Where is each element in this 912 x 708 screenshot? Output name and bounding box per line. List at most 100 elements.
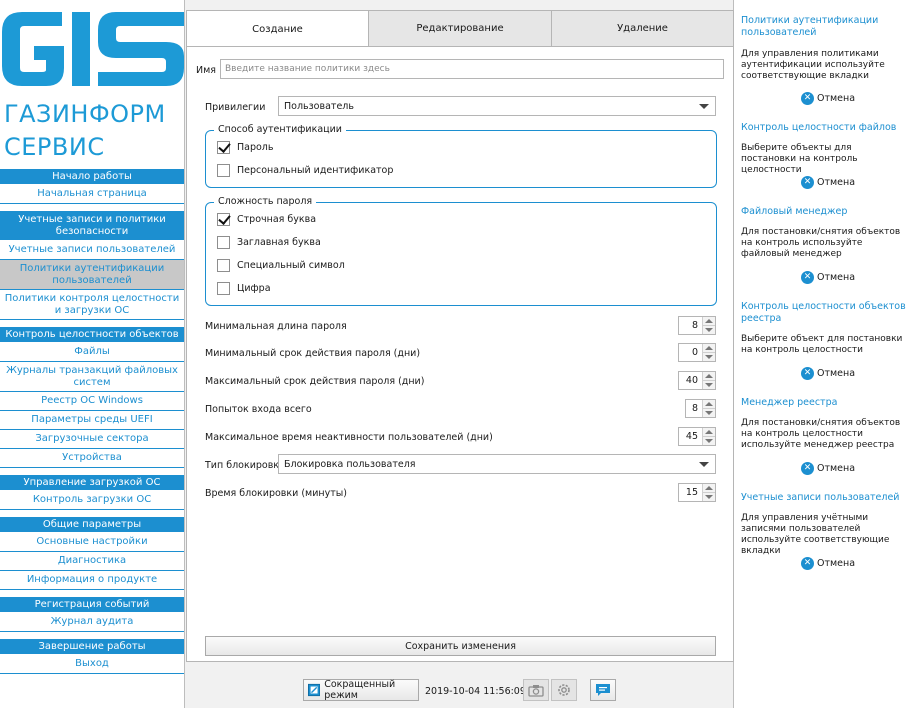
sidebar-item-main-settings[interactable]: Основные настройки — [0, 533, 184, 552]
sidebar-item-devices[interactable]: Устройства — [0, 449, 184, 468]
compact-mode-button[interactable]: Сокращенный режим — [303, 679, 419, 701]
sidebar-item-home[interactable]: Начальная страница — [0, 185, 184, 204]
tab-delete[interactable]: Удаление — [551, 10, 734, 47]
complexity-uppercase-option[interactable]: Заглавная буква — [217, 236, 321, 249]
lock-time-stepper[interactable]: 15 — [678, 483, 716, 502]
inactivity-stepper[interactable]: 45 — [678, 427, 716, 446]
min-age-value: 0 — [691, 347, 698, 358]
sidebar-item-audit-log[interactable]: Журнал аудита — [0, 613, 184, 632]
hint-cancel-registry-integrity[interactable]: ✕ Отмена — [801, 367, 855, 380]
tab-bar: Создание Редактирование Удаление — [186, 10, 734, 48]
sidebar-item-fs-journals[interactable]: Журналы транзакций файловых систем — [0, 362, 184, 392]
cancel-label: Отмена — [817, 463, 856, 474]
min-length-stepper[interactable]: 8 — [678, 316, 716, 335]
save-changes-button[interactable]: Сохранить изменения — [205, 636, 716, 656]
compact-mode-icon — [308, 683, 321, 697]
policy-name-input[interactable] — [220, 59, 724, 79]
nav-header-start: Начало работы — [0, 169, 184, 185]
login-attempts-increment[interactable] — [703, 400, 715, 409]
complexity-lowercase-option[interactable]: Строчная буква — [217, 213, 316, 226]
max-age-decrement[interactable] — [703, 381, 715, 389]
complexity-special-label: Специальный символ — [237, 260, 345, 271]
password-complexity-group: Сложность пароля Строчная буква Заглавна… — [205, 196, 717, 306]
messages-button[interactable] — [590, 679, 616, 701]
hint-cancel-file-integrity[interactable]: ✕ Отмена — [801, 176, 855, 189]
lock-type-select[interactable]: Блокировка пользователя — [278, 454, 716, 474]
sidebar-item-boot-sectors[interactable]: Загрузочные сектора — [0, 430, 184, 449]
min-length-decrement[interactable] — [703, 326, 715, 334]
login-attempts-stepper[interactable]: 8 — [685, 399, 716, 418]
tab-create[interactable]: Создание — [186, 10, 369, 48]
lock-time-increment[interactable] — [703, 484, 715, 493]
checkbox-password[interactable] — [217, 141, 230, 154]
min-age-decrement[interactable] — [703, 353, 715, 361]
complexity-digit-label: Цифра — [237, 283, 271, 294]
nav-header-events: Регистрация событий — [0, 597, 184, 613]
auth-token-option[interactable]: Персональный идентификатор — [217, 164, 393, 177]
checkbox-special[interactable] — [217, 259, 230, 272]
sidebar-item-diagnostics[interactable]: Диагностика — [0, 552, 184, 571]
sidebar-item-integrity-policies[interactable]: Политики контроля целостности и загрузки… — [0, 290, 184, 320]
privileges-select[interactable]: Пользователь — [278, 96, 716, 116]
main-area: Создание Редактирование Удаление Имя При… — [184, 0, 734, 708]
auth-method-group: Способ аутентификации Пароль Персональны… — [205, 124, 717, 188]
min-age-increment[interactable] — [703, 344, 715, 353]
brand-line-1: ГАЗИНФОРМ — [4, 100, 166, 128]
checkbox-personal-id[interactable] — [217, 164, 230, 177]
cancel-label: Отмена — [817, 272, 856, 283]
screenshot-button[interactable] — [523, 679, 549, 701]
complexity-special-option[interactable]: Специальный символ — [217, 259, 345, 272]
compact-mode-label: Сокращенный режим — [324, 679, 396, 701]
create-policy-form: Имя Привилегии Пользователь Способ аутен… — [186, 46, 734, 662]
sidebar-item-auth-policies[interactable]: Политики аутентификации пользователей — [0, 260, 184, 290]
sidebar-item-product-info[interactable]: Информация о продукте — [0, 571, 184, 590]
lock-time-value: 15 — [685, 487, 698, 498]
hint-title-registry-integrity: Контроль целостности объектов реестра — [741, 301, 906, 324]
datetime-display: 2019-10-04 11:56:09 — [425, 686, 526, 697]
close-circle-icon: ✕ — [801, 176, 814, 189]
gis-logo — [0, 8, 184, 90]
nav-header-general: Общие параметры — [0, 517, 184, 533]
sidebar-item-exit[interactable]: Выход — [0, 655, 184, 674]
name-label: Имя — [196, 65, 216, 76]
complexity-title: Сложность пароля — [214, 196, 317, 207]
inactivity-decrement[interactable] — [703, 437, 715, 445]
hint-cancel-registry-manager[interactable]: ✕ Отмена — [801, 462, 855, 475]
hint-cancel-auth-policies[interactable]: ✕ Отмена — [801, 92, 855, 105]
hints-panel: Политики аутентификации пользователей Дл… — [735, 0, 912, 708]
nav-header-boot-control: Управление загрузкой ОС — [0, 475, 184, 491]
sidebar-item-boot-control[interactable]: Контроль загрузки ОС — [0, 491, 184, 510]
max-age-stepper[interactable]: 40 — [678, 371, 716, 390]
auth-password-option[interactable]: Пароль — [217, 141, 273, 154]
sidebar-item-uefi[interactable]: Параметры среды UEFI — [0, 411, 184, 430]
inactivity-label: Максимальное время неактивности пользова… — [205, 432, 493, 443]
sidebar: ГАЗИНФОРМ СЕРВИС Начало работы Начальная… — [0, 0, 184, 708]
sidebar-item-user-accounts[interactable]: Учетные записи пользователей — [0, 241, 184, 260]
close-circle-icon: ✕ — [801, 367, 814, 380]
checkbox-lowercase[interactable] — [217, 213, 230, 226]
hint-desc-registry-integrity: Выберите объект для постановки на контро… — [741, 334, 903, 355]
max-age-increment[interactable] — [703, 372, 715, 381]
lock-time-decrement[interactable] — [703, 493, 715, 501]
sidebar-item-files[interactable]: Файлы — [0, 343, 184, 362]
close-circle-icon: ✕ — [801, 92, 814, 105]
min-age-stepper[interactable]: 0 — [678, 343, 716, 362]
sidebar-item-registry[interactable]: Реестр ОС Windows — [0, 392, 184, 411]
checkbox-digit[interactable] — [217, 282, 230, 295]
checkbox-uppercase[interactable] — [217, 236, 230, 249]
settings-button[interactable] — [551, 679, 577, 701]
hint-cancel-user-accounts[interactable]: ✕ Отмена — [801, 557, 855, 570]
min-length-increment[interactable] — [703, 317, 715, 326]
cancel-label: Отмена — [817, 558, 856, 569]
nav-header-integrity: Контроль целостности объектов — [0, 327, 184, 343]
login-attempts-decrement[interactable] — [703, 409, 715, 417]
nav-header-shutdown: Завершение работы — [0, 639, 184, 655]
lock-type-label: Тип блокировки — [205, 460, 286, 471]
hint-title-registry-manager: Менеджер реестра — [741, 397, 838, 408]
complexity-digit-option[interactable]: Цифра — [217, 282, 271, 295]
inactivity-increment[interactable] — [703, 428, 715, 437]
hint-cancel-file-manager[interactable]: ✕ Отмена — [801, 271, 855, 284]
tab-edit[interactable]: Редактирование — [368, 10, 552, 47]
inactivity-value: 45 — [685, 431, 698, 442]
cancel-label: Отмена — [817, 177, 856, 188]
